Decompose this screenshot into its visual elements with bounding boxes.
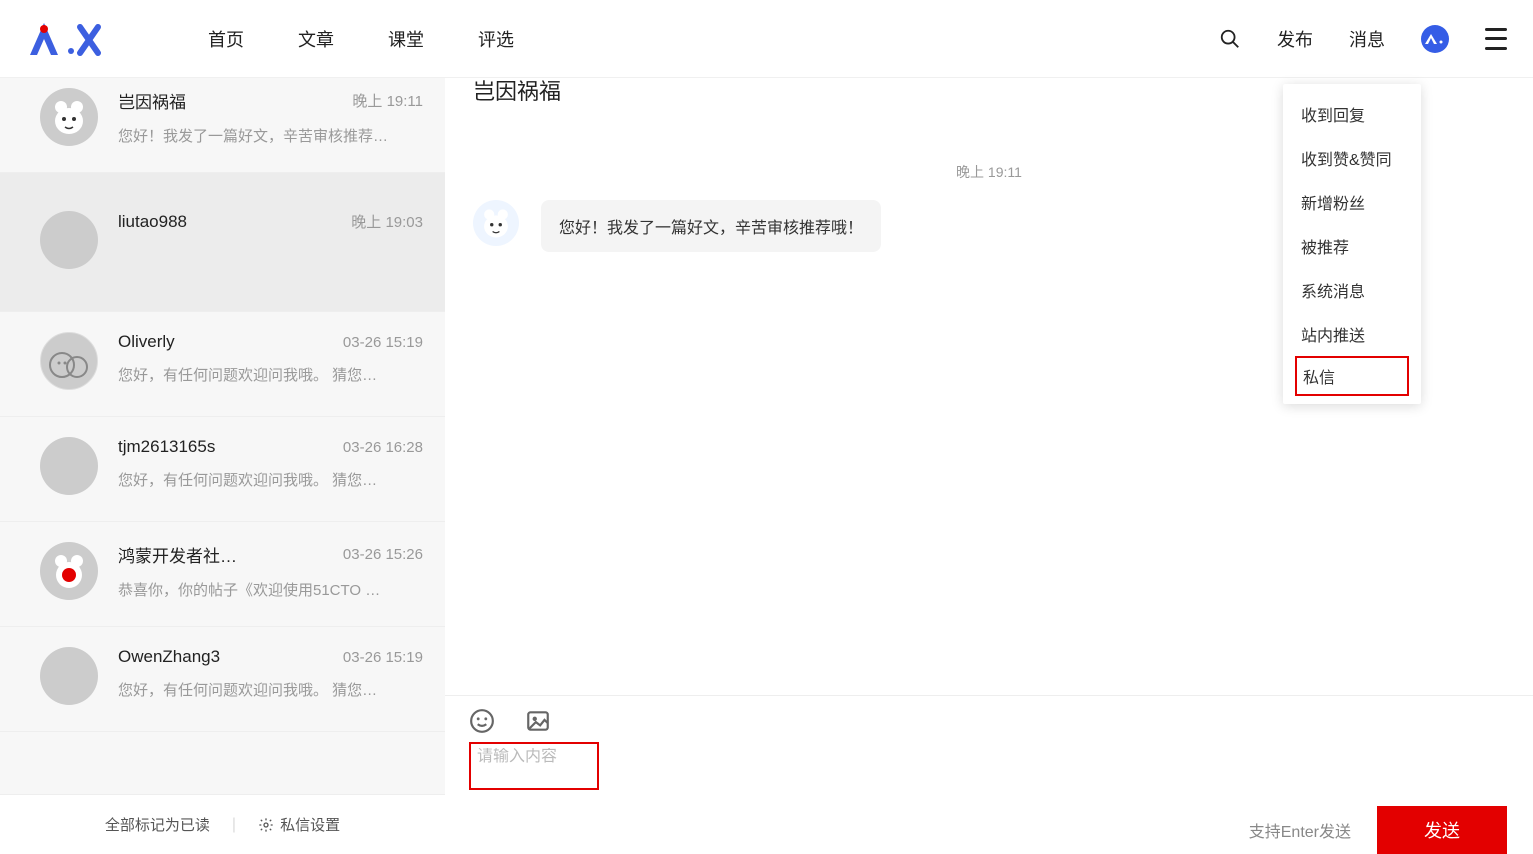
header-right: 发布 消息 <box>1219 25 1507 53</box>
conversation-time: 03-26 15:26 <box>343 546 423 563</box>
editor-footer: 支持Enter发送 发送 <box>445 790 1533 854</box>
app-header: 首页 文章 课堂 评选 发布 消息 <box>0 0 1533 78</box>
nav-articles[interactable]: 文章 <box>298 26 334 52</box>
send-button[interactable]: 发送 <box>1377 806 1507 854</box>
conversation-preview: 恭喜你，你的帖子《欢迎使用51CTO … <box>118 579 423 600</box>
enter-hint: 支持Enter发送 <box>1249 818 1351 842</box>
messages-dropdown: 收到回复 收到赞&赞同 新增粉丝 被推荐 系统消息 站内推送 私信 <box>1283 84 1421 404</box>
avatar <box>40 647 98 705</box>
avatar <box>40 542 98 600</box>
conversation-scroll[interactable]: 岂因祸福 晚上 19:11 您好！我发了一篇好文，辛苦审核推荐… liutao9… <box>0 78 445 794</box>
avatar <box>40 88 98 146</box>
nav-class[interactable]: 课堂 <box>388 26 424 52</box>
conversation-time: 晚上 19:03 <box>351 211 423 232</box>
image-icon[interactable] <box>525 708 551 734</box>
dropdown-followers[interactable]: 新增粉丝 <box>1283 180 1421 224</box>
hamburger-icon[interactable] <box>1485 28 1507 50</box>
nav-selection[interactable]: 评选 <box>478 26 514 52</box>
user-avatar[interactable] <box>1421 25 1449 53</box>
avatar <box>40 437 98 495</box>
publish-link[interactable]: 发布 <box>1277 26 1313 52</box>
mark-all-read[interactable]: 全部标记为已读 <box>105 814 210 835</box>
avatar <box>40 332 98 390</box>
conversation-time: 03-26 15:19 <box>343 649 423 666</box>
conversation-preview: 您好，有任何问题欢迎问我哦。 猜您… <box>118 679 423 700</box>
conversation-item[interactable]: 鸿蒙开发者社… 03-26 15:26 恭喜你，你的帖子《欢迎使用51CTO … <box>0 522 445 627</box>
conversation-name: tjm2613165s <box>118 437 215 457</box>
conversation-list: 岂因祸福 晚上 19:11 您好！我发了一篇好文，辛苦审核推荐… liutao9… <box>0 78 445 854</box>
dropdown-replies[interactable]: 收到回复 <box>1283 92 1421 136</box>
conversation-time: 晚上 19:11 <box>352 90 423 111</box>
message-bubble: 您好！我发了一篇好文，辛苦审核推荐哦！ <box>541 200 881 252</box>
conversation-time: 03-26 16:28 <box>343 439 423 456</box>
conversation-name: OwenZhang3 <box>118 647 220 667</box>
conversation-name: 鸿蒙开发者社… <box>118 542 237 567</box>
message-avatar <box>473 200 519 246</box>
dropdown-dm[interactable]: 私信 <box>1295 356 1409 396</box>
main-nav: 首页 文章 课堂 评选 <box>208 26 514 52</box>
dropdown-system[interactable]: 系统消息 <box>1283 268 1421 312</box>
conversation-footer: 全部标记为已读 | 私信设置 <box>0 794 445 854</box>
conversation-preview: 您好，有任何问题欢迎问我哦。 猜您… <box>118 364 423 385</box>
editor-input-highlight <box>469 742 599 790</box>
conversation-time: 03-26 15:19 <box>343 334 423 351</box>
conversation-item[interactable]: 岂因祸福 晚上 19:11 您好！我发了一篇好文，辛苦审核推荐… <box>0 78 445 173</box>
dropdown-likes[interactable]: 收到赞&赞同 <box>1283 136 1421 180</box>
search-icon[interactable] <box>1219 28 1241 50</box>
conversation-name: 岂因祸福 <box>118 88 186 113</box>
conversation-item[interactable]: OwenZhang3 03-26 15:19 您好，有任何问题欢迎问我哦。 猜您… <box>0 627 445 732</box>
conversation-name: liutao988 <box>118 212 187 232</box>
dropdown-recommended[interactable]: 被推荐 <box>1283 224 1421 268</box>
conversation-item[interactable]: tjm2613165s 03-26 16:28 您好，有任何问题欢迎问我哦。 猜… <box>0 417 445 522</box>
dropdown-push[interactable]: 站内推送 <box>1283 312 1421 356</box>
messages-link[interactable]: 消息 <box>1349 26 1385 52</box>
logo[interactable] <box>26 19 118 59</box>
message-editor: 支持Enter发送 发送 <box>445 695 1533 854</box>
message-input[interactable] <box>477 748 591 766</box>
emoji-icon[interactable] <box>469 708 495 734</box>
conversation-item[interactable]: liutao988 晚上 19:03 <box>0 173 445 312</box>
conversation-name: Oliverly <box>118 332 175 352</box>
conversation-preview: 您好！我发了一篇好文，辛苦审核推荐… <box>118 125 423 146</box>
conversation-preview: 您好，有任何问题欢迎问我哦。 猜您… <box>118 469 423 490</box>
logo-icon <box>26 19 118 59</box>
editor-input-area <box>445 742 1533 790</box>
avatar <box>40 211 98 269</box>
conversation-item[interactable]: Oliverly 03-26 15:19 您好，有任何问题欢迎问我哦。 猜您… <box>0 312 445 417</box>
separator: | <box>232 816 236 834</box>
dm-settings[interactable]: 私信设置 <box>258 814 340 835</box>
dm-settings-label: 私信设置 <box>280 814 340 835</box>
nav-home[interactable]: 首页 <box>208 26 244 52</box>
editor-toolbar <box>445 696 1533 742</box>
gear-icon <box>258 817 274 833</box>
